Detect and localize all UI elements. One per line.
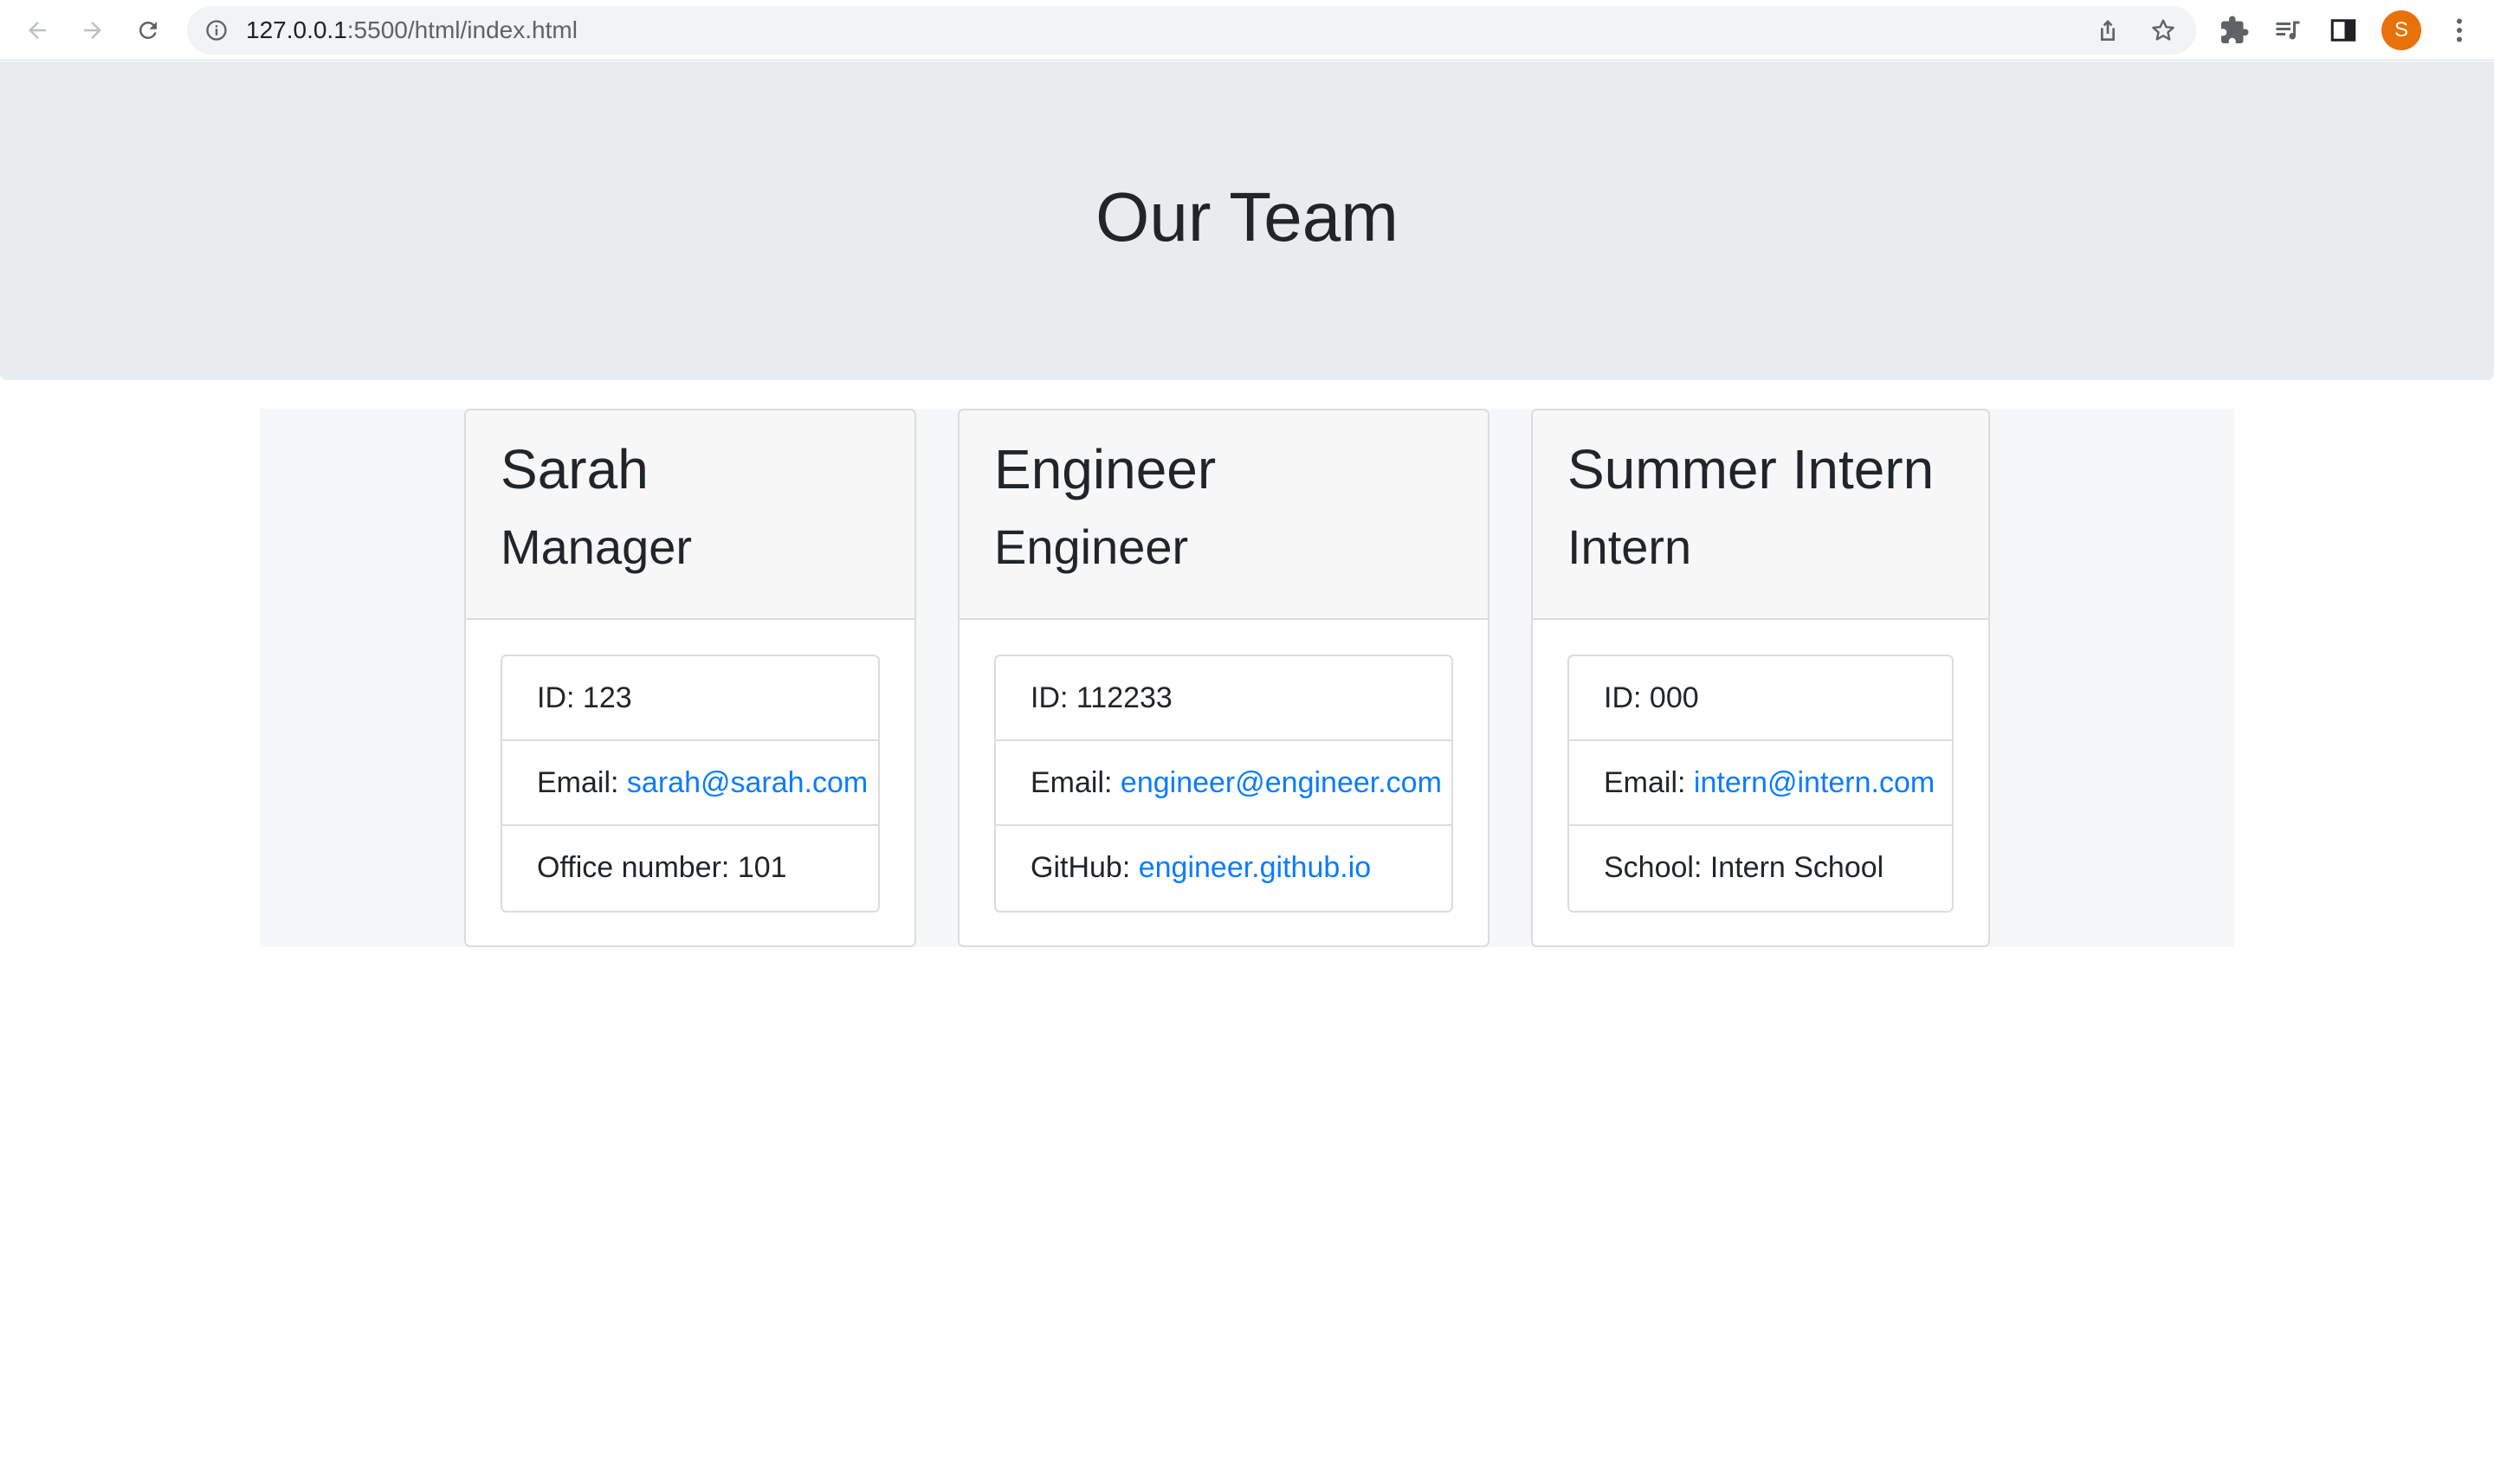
employee-role: Manager (501, 519, 693, 574)
office-label: Office number: (537, 851, 738, 884)
info-icon[interactable] (204, 18, 229, 42)
card-header: Engineer Engineer (959, 410, 1488, 620)
school-value: Intern School (1709, 851, 1884, 884)
profile-avatar[interactable]: S (2381, 10, 2421, 50)
id-value: 112233 (1076, 681, 1173, 714)
email-link[interactable]: sarah@sarah.com (627, 766, 868, 799)
media-queue-icon[interactable] (2272, 15, 2303, 46)
page-title: Our Team (1095, 178, 1399, 255)
card-body: ID: 000 Email: intern@intern.com School:… (1533, 620, 1988, 913)
arrow-left-icon (29, 22, 46, 39)
reload-icon (139, 21, 157, 39)
back-button[interactable] (19, 12, 55, 48)
star-icon[interactable] (2149, 16, 2177, 44)
browser-toolbar: 127.0.0.1:5500/html/index.html S (0, 0, 2494, 61)
arrow-right-icon (84, 22, 101, 39)
team-card-engineer: Engineer Engineer ID: 112233 Email: engi… (958, 409, 1489, 947)
employee-school: School: Intern School (1569, 826, 1952, 911)
url-host: 127.0.0.1 (246, 16, 347, 43)
employee-email: Email: sarah@sarah.com (502, 741, 878, 826)
employee-email: Email: intern@intern.com (1569, 741, 1952, 826)
github-label: GitHub: (1031, 851, 1139, 884)
id-value: 123 (582, 681, 632, 714)
employee-details: ID: 000 Email: intern@intern.com School:… (1567, 655, 1954, 913)
forward-button[interactable] (74, 12, 111, 48)
email-label: Email: (537, 766, 627, 799)
puzzle-icon[interactable] (2219, 15, 2250, 46)
url-path: :5500/html/index.html (346, 16, 578, 43)
employee-office-number: Office number: 101 (502, 826, 878, 911)
card-header: Sarah Manager (466, 410, 914, 620)
email-label: Email: (1604, 766, 1694, 799)
id-value: 000 (1649, 681, 1699, 714)
side-panel-icon[interactable] (2328, 15, 2359, 46)
email-link[interactable]: engineer@engineer.com (1121, 766, 1442, 799)
card-header: Summer Intern Intern (1533, 410, 1988, 620)
office-value: 101 (737, 851, 787, 884)
team-card-intern: Summer Intern Intern ID: 000 Email: inte… (1531, 409, 1990, 947)
employee-id: ID: 112233 (996, 656, 1451, 741)
id-label: ID: (1031, 681, 1076, 714)
address-bar[interactable]: 127.0.0.1:5500/html/index.html (187, 6, 2196, 55)
email-label: Email: (1031, 766, 1121, 799)
employee-role: Intern (1567, 519, 1692, 574)
employee-name: Summer Intern (1567, 438, 1935, 500)
url-text[interactable]: 127.0.0.1:5500/html/index.html (246, 6, 578, 55)
page-header: Our Team (0, 61, 2494, 380)
employee-email: Email: engineer@engineer.com (996, 741, 1451, 826)
email-link[interactable]: intern@intern.com (1694, 766, 1935, 799)
share-icon[interactable] (2094, 16, 2122, 44)
team-container: Sarah Manager ID: 123 Email: sarah@sarah… (260, 409, 2234, 947)
employee-github: GitHub: engineer.github.io (996, 826, 1451, 911)
employee-details: ID: 112233 Email: engineer@engineer.com … (994, 655, 1453, 913)
card-body: ID: 123 Email: sarah@sarah.com Office nu… (466, 620, 914, 913)
employee-name: Sarah (501, 438, 649, 500)
card-body: ID: 112233 Email: engineer@engineer.com … (959, 620, 1488, 913)
team-card-manager: Sarah Manager ID: 123 Email: sarah@sarah… (464, 409, 916, 947)
reload-button[interactable] (130, 12, 166, 48)
employee-id: ID: 000 (1569, 656, 1952, 741)
school-label: School: (1604, 851, 1710, 884)
employee-id: ID: 123 (502, 656, 878, 741)
github-link[interactable]: engineer.github.io (1139, 851, 1371, 884)
employee-role: Engineer (994, 519, 1189, 574)
employee-details: ID: 123 Email: sarah@sarah.com Office nu… (501, 655, 880, 913)
employee-name: Engineer (994, 438, 1217, 500)
id-label: ID: (537, 681, 583, 714)
id-label: ID: (1604, 681, 1650, 714)
kebab-menu-icon[interactable] (2444, 15, 2475, 46)
